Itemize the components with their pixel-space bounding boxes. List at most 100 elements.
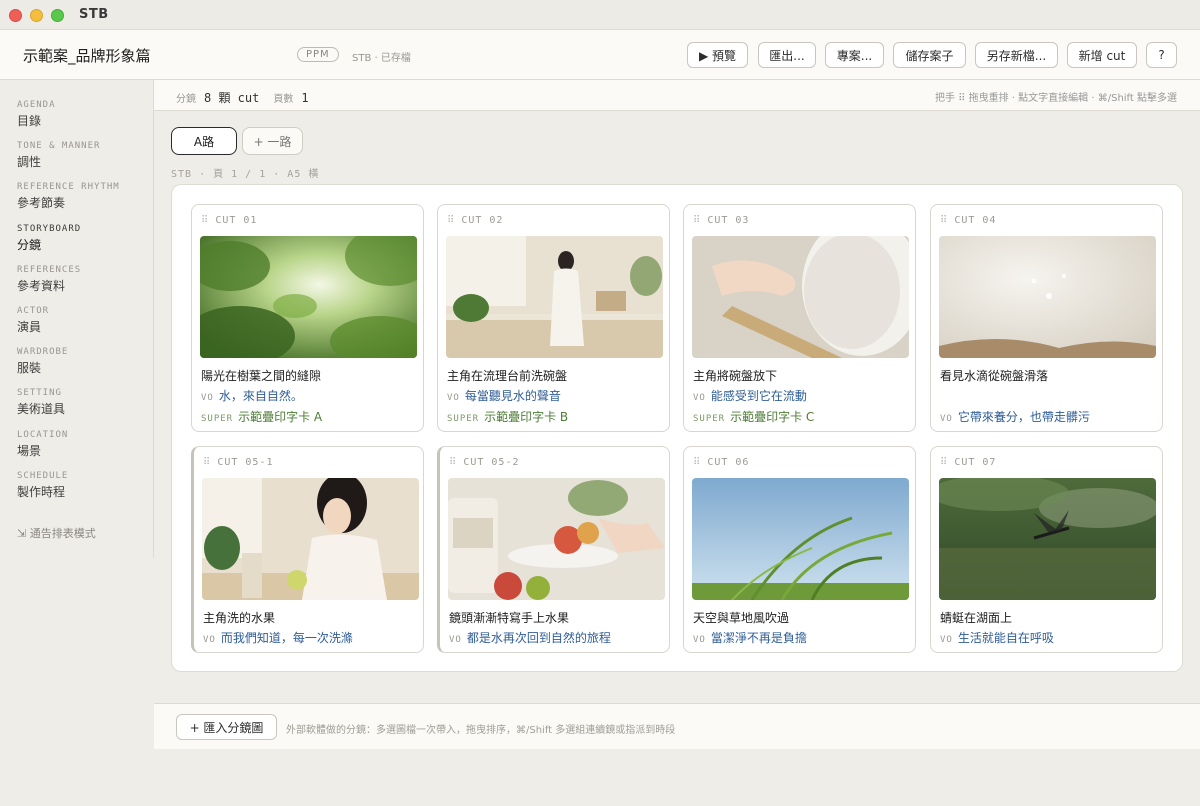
drag-handle-icon[interactable]: ⠿ xyxy=(449,457,457,468)
drag-handle-icon[interactable]: ⠿ xyxy=(940,215,948,226)
cut-voiceover[interactable]: VO 每當聽見水的聲音 xyxy=(447,387,561,404)
cut-thumbnail[interactable] xyxy=(692,478,909,600)
drag-handle-icon[interactable]: ⠿ xyxy=(940,457,948,468)
cut-id: CUT 02 xyxy=(461,215,504,226)
super-text: 示範疊印字卡 B xyxy=(484,410,569,424)
sidebar-item-label-en: SCHEDULE xyxy=(17,471,69,481)
cut-description[interactable]: 蜻蜓在湖面上 xyxy=(940,609,1012,626)
cut-super[interactable]: SUPER 示範疊印字卡 A xyxy=(201,408,322,425)
cut-card[interactable]: ⠿ CUT 07 蜻蜓在湖面上 VO 生活就能自在呼吸 xyxy=(930,446,1163,653)
vo-text: 水，來自自然。 xyxy=(218,389,303,403)
project-button[interactable]: 專案... xyxy=(825,42,884,68)
vo-tag: VO xyxy=(693,635,706,645)
vo-text: 能感受到它在流動 xyxy=(710,389,807,403)
vo-text: 當潔淨不再是負擔 xyxy=(710,631,807,645)
save-as-new-button[interactable]: 另存新檔... xyxy=(975,42,1058,68)
cut-card[interactable]: ⠿ CUT 06 天空與草地風吹過 VO 當潔淨不再是負擔 xyxy=(683,446,916,653)
document-title[interactable]: 示範案_品牌形象篇 xyxy=(23,45,151,66)
drag-handle-icon[interactable]: ⠿ xyxy=(693,215,701,226)
sidebar-item-label-en: REFERENCES xyxy=(17,265,82,275)
preview-button[interactable]: ▶ 預覽 xyxy=(687,42,748,68)
sidebar-item-label-en: ACTOR xyxy=(17,306,50,316)
import-storyboard-button[interactable]: + 匯入分鏡圖 xyxy=(176,714,277,740)
sidebar-item-schedule[interactable]: SCHEDULE 製作時程 xyxy=(17,471,68,500)
ppm-badge: PPM xyxy=(297,47,339,62)
sidebar-item-label-en: WARDROBE xyxy=(17,347,69,357)
sidebar-item-label: 服裝 xyxy=(17,361,42,375)
sidebar-item-actor[interactable]: ACTOR 演員 xyxy=(17,306,49,335)
cut-description[interactable]: 陽光在樹葉之間的縫隙 xyxy=(201,367,321,384)
sidebar-item-label: 場景 xyxy=(17,444,42,458)
call-sheet-mode-link[interactable]: ⇲ 通告排表模式 xyxy=(17,525,96,541)
pages-label: 頁數 xyxy=(273,94,294,105)
cut-card[interactable]: ⠿ CUT 04 看見水滴從碗盤滑落 VO 它帶來養分，也帶走髒污 xyxy=(930,204,1163,432)
cut-description[interactable]: 天空與草地風吹過 xyxy=(693,609,789,626)
storyboard-board: ⠿ CUT 01 陽光在樹葉之間的縫隙 VO 水，來自自然。 SUPER 示範疊印字卡… xyxy=(171,184,1183,672)
close-window-button[interactable] xyxy=(9,9,22,22)
cut-thumbnail[interactable] xyxy=(202,478,419,600)
cut-voiceover[interactable]: VO 都是水再次回到自然的旅程 xyxy=(449,629,611,646)
cut-thumbnail[interactable] xyxy=(448,478,665,600)
cut-card[interactable]: ⠿ CUT 05-1 主角洗的水果 VO 而我們知道，每一次洗滌 xyxy=(191,446,424,653)
maximize-window-button[interactable] xyxy=(51,9,64,22)
cut-description[interactable]: 鏡頭漸漸特寫手上水果 xyxy=(449,609,569,626)
cut-voiceover[interactable]: VO 能感受到它在流動 xyxy=(693,387,807,404)
drag-handle-icon[interactable]: ⠿ xyxy=(203,457,211,468)
cuts-value: 8 顆 cut xyxy=(204,91,260,105)
cut-voiceover[interactable]: VO 而我們知道，每一次洗滌 xyxy=(203,629,353,646)
cut-super[interactable]: SUPER 示範疊印字卡 C xyxy=(693,408,814,425)
vo-tag: VO xyxy=(449,635,462,645)
sidebar-item-label: 參考資料 xyxy=(17,279,66,293)
cut-description[interactable]: 主角在流理台前洗碗盤 xyxy=(447,367,567,384)
vo-text: 每當聽見水的聲音 xyxy=(464,389,561,403)
cut-id: CUT 06 xyxy=(707,457,750,468)
sidebar-item-reference-rhythm[interactable]: REFERENCE RHYTHM 參考節奏 xyxy=(17,182,120,211)
sidebar-item-label: 美術道具 xyxy=(17,402,66,416)
cut-header: ⠿ CUT 01 xyxy=(201,215,257,226)
cut-description[interactable]: 主角洗的水果 xyxy=(203,609,275,626)
usage-hint: 把手 ⠿ 拖曳重排 · 點文字直接編輯 · ⌘/Shift 點擊多選 xyxy=(934,93,1177,104)
cut-voiceover[interactable]: VO 生活就能自在呼吸 xyxy=(940,629,1054,646)
cut-thumbnail[interactable] xyxy=(446,236,663,358)
export-button[interactable]: 匯出... xyxy=(758,42,816,68)
cut-card[interactable]: ⠿ CUT 03 主角將碗盤放下 VO 能感受到它在流動 SUPER 示範疊印字卡 C xyxy=(683,204,916,432)
drag-handle-icon[interactable]: ⠿ xyxy=(693,457,701,468)
cut-card[interactable]: ⠿ CUT 01 陽光在樹葉之間的縫隙 VO 水，來自自然。 SUPER 示範疊印字卡… xyxy=(191,204,424,432)
cut-card[interactable]: ⠿ CUT 02 主角在流理台前洗碗盤 VO 每當聽見水的聲音 SUPER 示範疊印字… xyxy=(437,204,670,432)
cut-thumbnail[interactable] xyxy=(939,236,1156,358)
sidebar-item-label-en: LOCATION xyxy=(17,430,69,440)
cut-thumbnail[interactable] xyxy=(939,478,1156,600)
vo-text: 它帶來養分，也帶走髒污 xyxy=(957,410,1090,424)
sidebar-item-wardrobe[interactable]: WARDROBE 服裝 xyxy=(17,347,68,376)
sidebar-item-agenda[interactable]: AGENDA 目錄 xyxy=(17,100,56,129)
add-route-button[interactable]: + 一路 xyxy=(242,127,303,155)
drag-handle-icon[interactable]: ⠿ xyxy=(201,215,209,226)
vo-tag: VO xyxy=(203,635,216,645)
sidebar-item-references[interactable]: REFERENCES 參考資料 xyxy=(17,265,81,294)
tab-route-a[interactable]: A路 xyxy=(171,127,237,155)
cut-id: CUT 07 xyxy=(954,457,997,468)
sidebar-item-tone-manner[interactable]: TONE & MANNER 調性 xyxy=(17,141,100,170)
save-case-button[interactable]: 儲存案子 xyxy=(893,42,966,68)
drag-handle-icon[interactable]: ⠿ xyxy=(447,215,455,226)
vo-tag: VO xyxy=(447,393,460,403)
sidebar-item-label: 製作時程 xyxy=(17,485,66,499)
sidebar-item-setting[interactable]: SETTING 美術道具 xyxy=(17,388,65,417)
cut-card[interactable]: ⠿ CUT 05-2 鏡頭漸漸特寫手上水果 VO 都是水再次回到自然的旅程 xyxy=(437,446,670,653)
cut-voiceover[interactable]: VO 當潔淨不再是負擔 xyxy=(693,629,807,646)
cut-description[interactable]: 主角將碗盤放下 xyxy=(693,367,777,384)
info-bar: 分鏡 8 顆 cut 頁數 1 把手 ⠿ 拖曳重排 · 點文字直接編輯 · ⌘/Shi… xyxy=(154,80,1200,111)
cut-description[interactable]: 看見水滴從碗盤滑落 xyxy=(940,367,1048,384)
sidebar-item-storyboard[interactable]: STORYBOARD 分鏡 xyxy=(17,224,81,253)
help-button[interactable]: ? xyxy=(1146,42,1177,68)
cut-voiceover[interactable]: VO 水，來自自然。 xyxy=(201,387,303,404)
cut-header: ⠿ CUT 03 xyxy=(693,215,749,226)
cut-thumbnail[interactable] xyxy=(200,236,417,358)
super-tag: SUPER xyxy=(693,414,726,424)
cut-thumbnail[interactable] xyxy=(692,236,909,358)
cut-super[interactable]: SUPER 示範疊印字卡 B xyxy=(447,408,568,425)
cut-voiceover[interactable]: VO 它帶來養分，也帶走髒污 xyxy=(940,408,1090,425)
add-cut-button[interactable]: 新增 cut xyxy=(1067,42,1137,68)
minimize-window-button[interactable] xyxy=(30,9,43,22)
sidebar-item-location[interactable]: LOCATION 場景 xyxy=(17,430,68,459)
